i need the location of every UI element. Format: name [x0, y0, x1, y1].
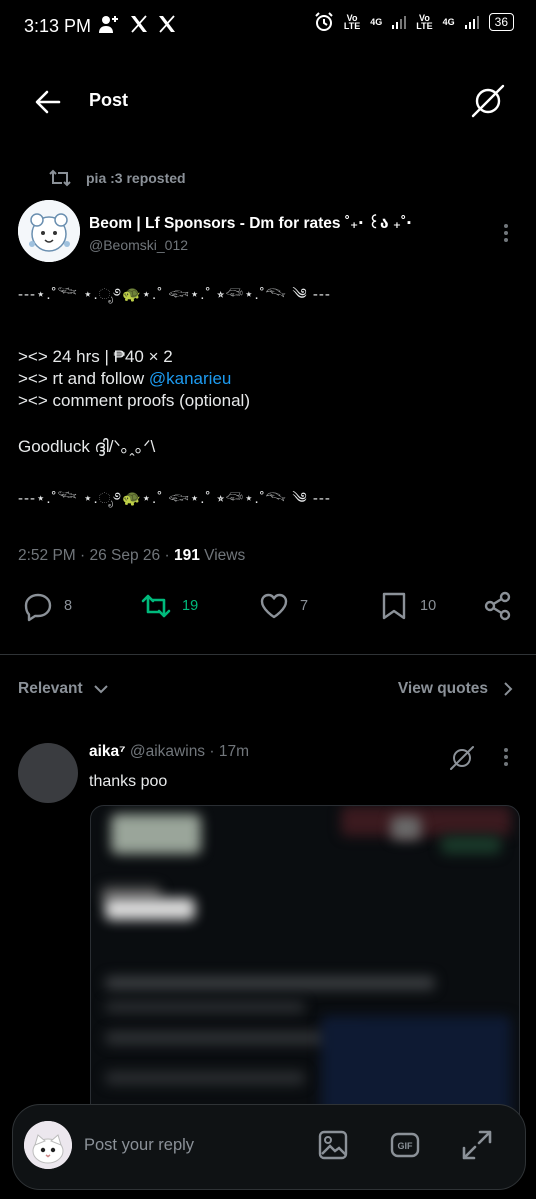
views-count: 191	[173, 547, 200, 564]
volte-label-1: Vo LTE	[343, 13, 361, 31]
more-vertical-icon	[504, 224, 508, 242]
post-line: ><> comment proofs (optional)	[18, 391, 250, 410]
divider	[0, 654, 536, 655]
signal-icon	[392, 16, 407, 29]
bookmark-button[interactable]: 10	[378, 590, 436, 622]
status-notification-icons	[98, 14, 176, 34]
reply-input[interactable]: Post your reply	[84, 1136, 194, 1155]
like-count: 7	[300, 598, 309, 614]
x-logo-icon	[131, 15, 147, 33]
cat-avatar-image	[24, 1121, 72, 1169]
repost-attribution[interactable]: pia :3 reposted	[48, 168, 186, 188]
more-options-button[interactable]	[496, 222, 516, 244]
network-type-1: 4G	[370, 17, 383, 27]
repost-button[interactable]: 19	[140, 590, 198, 622]
volte-label-2: Vo LTE	[416, 13, 433, 31]
reply-media-image[interactable]	[90, 805, 520, 1137]
grok-explain-button[interactable]	[448, 744, 476, 772]
status-time: 3:13 PM	[24, 16, 92, 36]
add-image-button[interactable]	[316, 1128, 350, 1162]
post-line: ><> 24 hrs | ₱40 × 2	[18, 347, 173, 366]
share-icon	[484, 591, 511, 621]
grok-button[interactable]	[470, 83, 506, 119]
reply-author-name: aika⁷	[89, 743, 126, 760]
reply-more-button[interactable]	[496, 746, 516, 768]
post-meta: 2:52 PM · 26 Sep 26 · 191 Views	[18, 547, 245, 565]
author-name[interactable]: Beom | Lf Sponsors - Dm for rates ˚₊‧ ꒰ა…	[89, 211, 412, 233]
add-gif-button[interactable]: GIF	[388, 1128, 422, 1162]
reply-avatar[interactable]	[18, 743, 78, 803]
heart-icon	[260, 593, 288, 619]
views-label: Views	[199, 547, 246, 564]
my-avatar[interactable]	[24, 1121, 72, 1169]
post-line: Goodluck ദ്ദി/ᐠ｡ꞈ｡ᐟ\	[18, 437, 156, 456]
sort-dropdown[interactable]: Relevant	[18, 680, 109, 698]
reply-button[interactable]: 8	[22, 590, 72, 622]
arrow-left-icon	[35, 90, 61, 114]
expand-icon	[462, 1130, 492, 1160]
signal-icon	[464, 16, 479, 29]
repost-count: 19	[182, 598, 199, 614]
svg-text:GIF: GIF	[398, 1141, 414, 1151]
chevron-right-icon	[504, 682, 513, 696]
chevron-down-icon	[93, 685, 108, 694]
gif-icon: GIF	[390, 1132, 420, 1158]
sort-label: Relevant	[18, 680, 83, 697]
status-system-icons: Vo LTE 4G Vo LTE 4G 36	[314, 12, 514, 32]
back-button[interactable]	[32, 86, 64, 118]
decoration-line: ---⋆.˚𓆝 ⋆.ೃ࿔🐢⋆.˚ 𓆟⋆.˚ ⭒𓆛⋆.˚𓆞 ༄ ---	[18, 490, 331, 507]
post-line: ><> rt and follow @kanarieu	[18, 368, 518, 390]
repost-text: pia :3 reposted	[86, 170, 186, 186]
reply-icon	[24, 593, 52, 622]
reply-text: thanks poo	[89, 773, 168, 790]
person-add-icon	[99, 16, 118, 33]
reply-count: 8	[64, 598, 73, 614]
battery-indicator: 36	[488, 13, 514, 31]
grok-icon	[450, 746, 474, 770]
like-button[interactable]: 7	[258, 590, 308, 622]
x-logo-icon	[159, 15, 175, 33]
reply-author[interactable]: aika⁷ @aikawins · 17m	[89, 743, 249, 761]
network-type-2: 4G	[442, 17, 455, 27]
decoration-line: ---⋆.˚𓆝 ⋆.ೃ࿔🐢⋆.˚ 𓆟⋆.˚ ⭒𓆛⋆.˚𓆞 ༄ ---	[18, 286, 331, 303]
grok-icon	[471, 84, 505, 118]
post-actions: 8 19 7 10	[0, 590, 536, 636]
status-bar: 3:13 PM Vo LTE 4G Vo LTE 4G 36	[0, 0, 536, 54]
view-quotes-link[interactable]: View quotes	[398, 680, 514, 698]
alarm-icon	[315, 12, 333, 31]
avatar-image	[18, 200, 80, 262]
more-vertical-icon	[504, 748, 508, 766]
author-avatar[interactable]	[18, 200, 80, 262]
mention-link[interactable]: @kanarieu	[149, 369, 231, 388]
image-icon	[318, 1130, 348, 1160]
bookmark-icon	[382, 592, 406, 620]
expand-composer-button[interactable]	[460, 1128, 494, 1162]
reply-handle-time: @aikawins · 17m	[125, 743, 249, 760]
author-handle[interactable]: @Beomski_012	[89, 237, 188, 253]
repost-icon	[49, 169, 71, 187]
post-body: ---⋆.˚𓆝 ⋆.ೃ࿔🐢⋆.˚ 𓆟⋆.˚ ⭒𓆛⋆.˚𓆞 ༄ --- ><> 2…	[18, 284, 518, 510]
post-line-text: ><> rt and follow	[18, 369, 149, 388]
page-title: Post	[89, 90, 129, 110]
bookmark-count: 10	[420, 598, 437, 614]
post-timestamp[interactable]: 2:52 PM · 26 Sep 26 ·	[18, 547, 174, 564]
view-quotes-label: View quotes	[397, 680, 488, 697]
repost-icon	[141, 594, 171, 618]
share-button[interactable]	[482, 590, 514, 622]
